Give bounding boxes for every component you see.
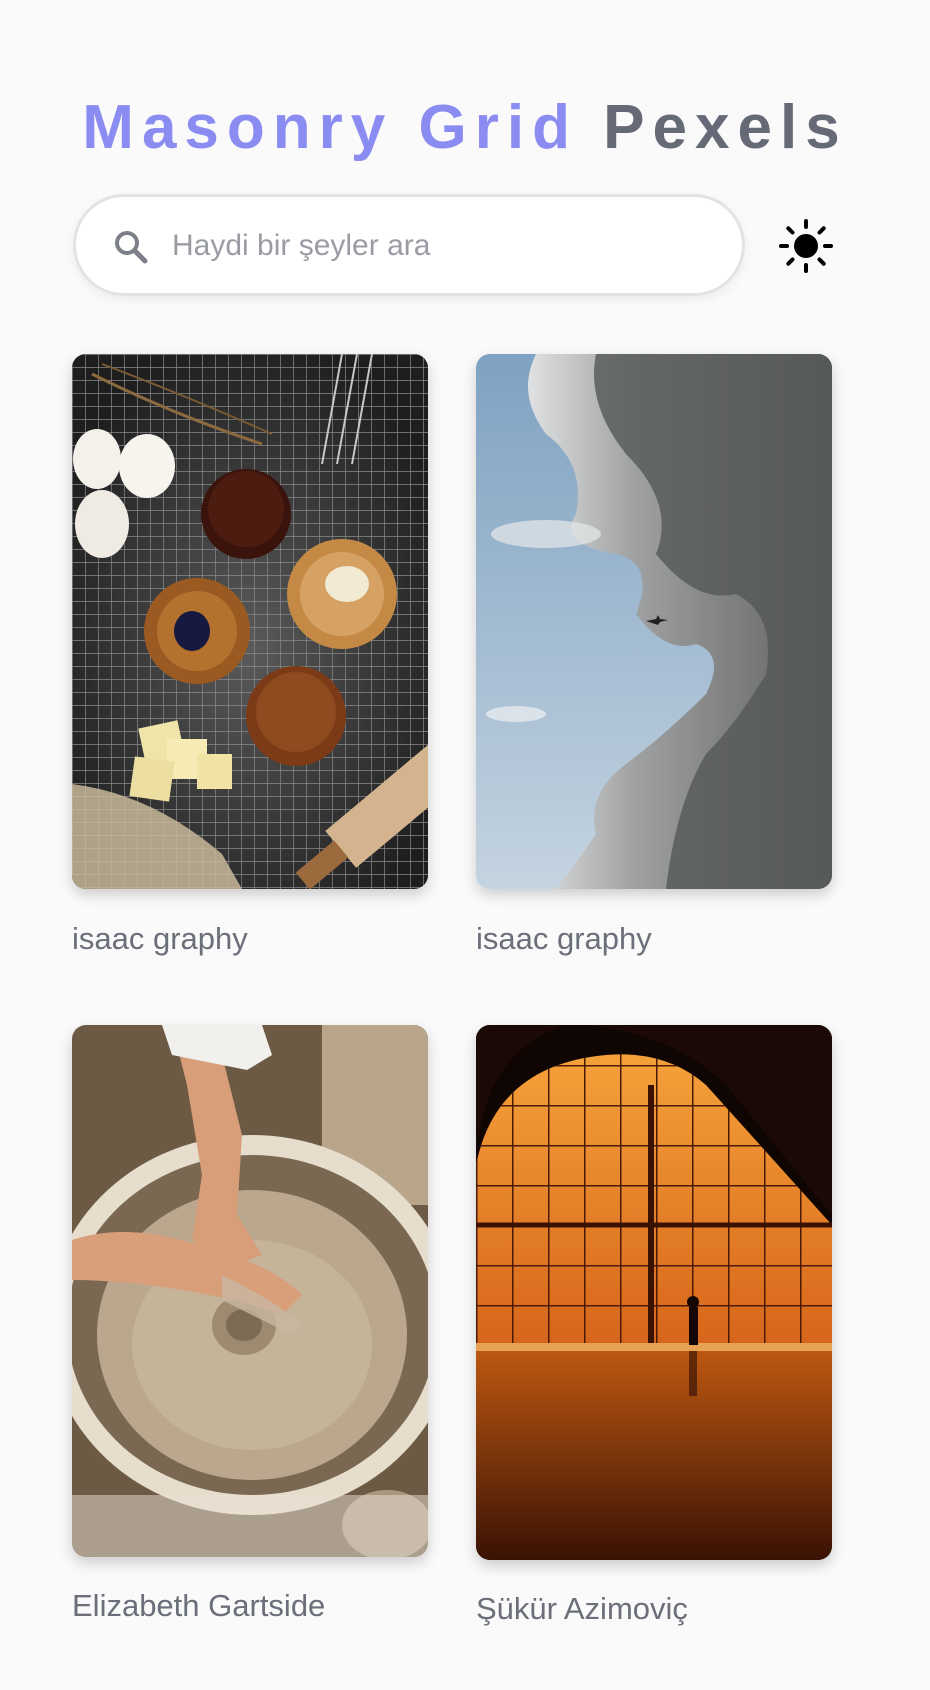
search-input[interactable] (172, 219, 712, 273)
photo-author: isaac graphy (476, 921, 652, 956)
photo-baking-still-life[interactable] (72, 354, 428, 889)
theme-toggle-button[interactable] (778, 218, 834, 274)
photo-card[interactable]: isaac graphy (476, 354, 832, 956)
photo-author: Elizabeth Gartside (72, 1588, 326, 1623)
page-title: Masonry Grid Pexels (0, 92, 930, 164)
photo-author: isaac graphy (72, 921, 248, 956)
title-accent: Masonry Grid (82, 93, 578, 162)
photo-cloudy-sky[interactable] (476, 354, 832, 889)
photo-glass-building[interactable] (476, 1025, 832, 1560)
search-icon (113, 229, 149, 265)
photo-card[interactable]: isaac graphy (72, 354, 428, 956)
photo-pottery-wheel[interactable] (72, 1025, 428, 1557)
photo-author: Şükür Azimoviç (476, 1591, 688, 1626)
sun-icon (778, 219, 834, 278)
search-bar (73, 194, 745, 296)
title-secondary: Pexels (603, 93, 848, 162)
photo-card[interactable]: Şükür Azimoviç (476, 1025, 832, 1626)
photo-card[interactable]: Elizabeth Gartside (72, 1025, 428, 1623)
